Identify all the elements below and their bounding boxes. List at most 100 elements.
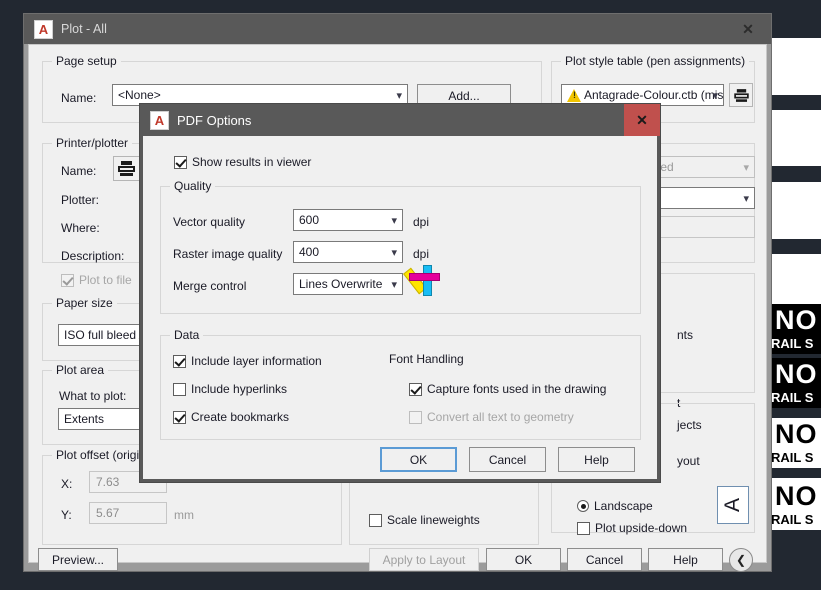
plot-close-button[interactable]: ✕ <box>725 14 771 44</box>
paper-size-legend: Paper size <box>52 296 117 310</box>
apply-to-layout-button[interactable]: Apply to Layout <box>369 548 479 571</box>
capture-fonts-checkbox[interactable]: Capture fonts used in the drawing <box>409 382 606 396</box>
drawing-label-line2: RAIL S <box>771 336 814 351</box>
plot-offset-y-input[interactable]: 5.67 <box>89 502 167 524</box>
pdf-options-body: Show results in viewer Quality Vector qu… <box>143 136 657 479</box>
help-button[interactable]: Help <box>648 548 723 571</box>
plotter-properties-icon-button[interactable] <box>113 156 140 181</box>
drawing-black-label: NO RAIL S <box>770 358 821 408</box>
pdf-options-close-button[interactable]: ✕ <box>624 104 660 136</box>
scale-lineweights-label: Scale lineweights <box>387 513 480 527</box>
radio-dot <box>577 500 589 512</box>
convert-text-to-geometry-checkbox[interactable]: Convert all text to geometry <box>409 410 574 424</box>
checkbox-box <box>409 382 422 396</box>
pdf-options-dialog: A PDF Options ✕ Show results in viewer Q… <box>140 104 660 482</box>
warning-icon <box>567 88 582 102</box>
page-setup-legend: Page setup <box>52 54 121 68</box>
chevron-down-icon: ▾ <box>391 246 397 259</box>
drawing-white-label: NO RAIL S <box>770 418 821 468</box>
drawing-label-line1: NO <box>775 359 818 389</box>
checkbox-box <box>409 410 422 424</box>
chevron-down-icon: ▾ <box>396 89 402 102</box>
plot-offset-y-unit: mm <box>174 508 194 522</box>
preview-button[interactable]: Preview... <box>38 548 118 571</box>
vector-quality-value: 600 <box>299 213 320 227</box>
cmy-merge-icon <box>403 264 442 298</box>
pdf-help-button[interactable]: Help <box>558 447 635 472</box>
checkbox-box <box>173 354 186 368</box>
plot-offset-x-label: X: <box>61 477 73 491</box>
drawing-right-strip: NO RAIL S NO RAIL S NO RAIL S NO RAIL S <box>770 0 821 590</box>
drawing-label-line1: NO <box>775 481 818 511</box>
font-handling-label: Font Handling <box>389 352 464 366</box>
chevron-down-icon: ▾ <box>743 192 749 205</box>
plot-options-fragment-nts: nts <box>677 328 694 342</box>
create-bookmarks-checkbox[interactable]: Create bookmarks <box>173 410 289 424</box>
orientation-preview-icon: A <box>717 486 749 524</box>
include-hyperlinks-checkbox[interactable]: Include hyperlinks <box>173 382 287 396</box>
orientation-landscape-label: Landscape <box>594 499 653 513</box>
plot-style-table-icon <box>733 88 749 102</box>
chevron-down-icon: ▾ <box>743 161 749 174</box>
data-legend: Data <box>170 328 204 342</box>
plot-area-legend: Plot area <box>52 363 109 377</box>
checkbox-box <box>61 273 74 287</box>
drawing-label-line1: NO <box>775 419 818 449</box>
chevron-down-icon: ▾ <box>712 89 718 102</box>
autocad-logo-icon: A <box>150 110 169 130</box>
page-setup-name-combo[interactable]: <None> ▾ <box>112 84 408 106</box>
pdf-ok-button[interactable]: OK <box>380 447 457 472</box>
cancel-button[interactable]: Cancel <box>567 548 642 571</box>
autocad-logo-icon: A <box>34 19 53 39</box>
plot-offset-y-label: Y: <box>61 508 72 522</box>
drawing-black-label: NO RAIL S <box>770 304 821 354</box>
checkbox-box <box>369 513 382 527</box>
pdf-options-titlebar[interactable]: A PDF Options ✕ <box>140 104 660 136</box>
plot-style-table-combo[interactable]: Antagrade-Colour.ctb (missi ▾ <box>561 84 724 106</box>
checkbox-box <box>173 410 186 424</box>
scale-lineweights-checkbox[interactable]: Scale lineweights <box>369 513 480 527</box>
plot-upside-down-checkbox[interactable]: Plot upside-down <box>577 521 687 535</box>
drawing-label-line2: RAIL S <box>771 450 814 465</box>
show-results-in-viewer-label: Show results in viewer <box>192 155 312 169</box>
page-setup-name-label: Name: <box>61 91 97 105</box>
include-layer-information-label: Include layer information <box>191 354 322 368</box>
plot-dialog-title: Plot - All <box>61 22 107 36</box>
chevron-down-icon: ▾ <box>391 214 397 227</box>
raster-image-quality-combo[interactable]: 400 ▾ <box>293 241 403 263</box>
plot-to-file-checkbox[interactable]: Plot to file <box>61 273 132 287</box>
ok-button[interactable]: OK <box>486 548 561 571</box>
merge-control-label: Merge control <box>173 279 247 293</box>
what-to-plot-value: Extents <box>64 412 105 426</box>
checkbox-box <box>173 382 186 396</box>
what-to-plot-label: What to plot: <box>59 389 127 403</box>
plot-style-editor-icon-button[interactable] <box>729 83 753 107</box>
collapse-panel-button[interactable]: ❮ <box>729 548 753 572</box>
capture-fonts-label: Capture fonts used in the drawing <box>427 382 607 396</box>
pdf-cancel-button[interactable]: Cancel <box>469 447 546 472</box>
vector-quality-combo[interactable]: 600 ▾ <box>293 209 403 231</box>
vector-quality-unit: dpi <box>413 215 430 229</box>
show-results-in-viewer-checkbox[interactable]: Show results in viewer <box>174 155 311 169</box>
plot-style-table-value: Antagrade-Colour.ctb (missi <box>584 88 724 102</box>
include-layer-information-checkbox[interactable]: Include layer information <box>173 354 322 368</box>
drawing-label-line1: NO <box>775 305 818 335</box>
plot-to-file-label: Plot to file <box>79 273 132 287</box>
include-hyperlinks-label: Include hyperlinks <box>191 382 288 396</box>
plotter-icon <box>118 161 135 176</box>
merge-control-combo[interactable]: Lines Overwrite ▾ <box>293 273 403 295</box>
raster-image-quality-unit: dpi <box>413 247 430 261</box>
drawing-label-line2: RAIL S <box>771 390 814 405</box>
chevron-down-icon: ▾ <box>391 278 397 291</box>
printer-plotter-label: Plotter: <box>61 193 100 207</box>
raster-image-quality-label: Raster image quality <box>173 247 283 261</box>
drawing-band <box>770 38 821 95</box>
raster-image-quality-value: 400 <box>299 245 320 259</box>
convert-text-to-geometry-label: Convert all text to geometry <box>427 410 574 424</box>
drawing-band <box>770 254 821 304</box>
plot-dialog-titlebar[interactable]: A Plot - All ✕ <box>24 14 771 44</box>
printer-name-label: Name: <box>61 164 97 178</box>
page-setup-name-value: <None> <box>118 88 161 102</box>
vector-quality-label: Vector quality <box>173 215 246 229</box>
orientation-landscape-radio[interactable]: Landscape <box>577 499 653 513</box>
